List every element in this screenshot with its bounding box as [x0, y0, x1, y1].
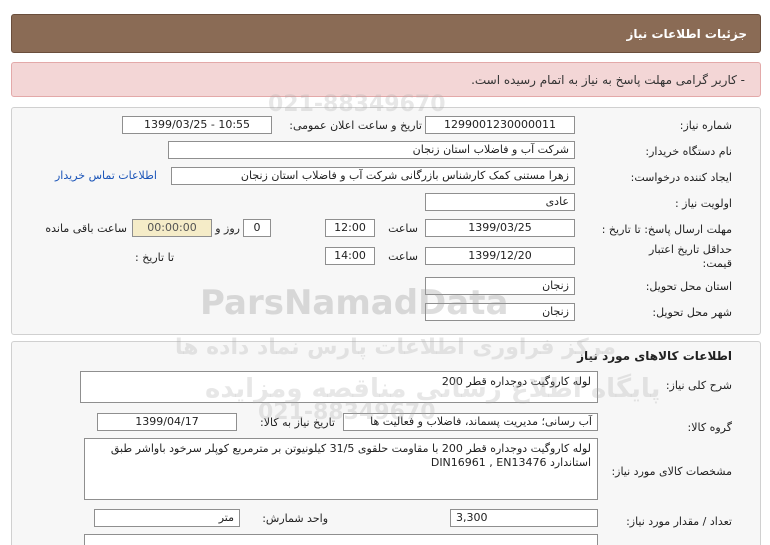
validity-until-label: تا تاریخ :	[135, 251, 174, 264]
days-label: روز و	[215, 222, 240, 235]
validity-date-field: 1399/12/20	[425, 247, 575, 265]
province-label: استان محل تحویل:	[645, 280, 732, 293]
need-date-label: تاریخ نیاز به کالا:	[260, 416, 335, 429]
need-date-field: 1399/04/17	[97, 413, 237, 431]
validity-time-label: ساعت	[388, 250, 418, 263]
creator-field: زهرا مستنی کمک کارشناس بازرگانی شرکت آب …	[171, 167, 575, 185]
summary-field: لوله کاروگیت دوجداره قطر 200	[80, 371, 598, 403]
spec-label: مشخصات کالای مورد نیاز:	[611, 465, 732, 478]
extra-notes-field	[84, 534, 598, 545]
city-field: زنجان	[425, 303, 575, 321]
deadline-time-field: 12:00	[325, 219, 375, 237]
buyer-field: شرکت آب و فاضلاب استان زنجان	[168, 141, 575, 159]
days-remaining-field: 0	[243, 219, 271, 237]
alert-message: - کاربر گرامی مهلت پاسخ به نیاز به اتمام…	[471, 72, 745, 87]
need-number-field: 1299001230000011	[425, 116, 575, 134]
unit-field: متر	[94, 509, 240, 527]
province-field: زنجان	[425, 277, 575, 295]
announce-field: 1399/03/25 - 10:55	[122, 116, 272, 134]
buyer-contact-link[interactable]: اطلاعات تماس خریدار	[55, 169, 157, 182]
city-label: شهر محل تحویل:	[652, 306, 732, 319]
creator-label: ایجاد کننده درخواست:	[630, 171, 732, 184]
validity-time-field: 14:00	[325, 247, 375, 265]
group-label: گروه کالا:	[687, 421, 732, 434]
summary-label: شرح کلی نیاز:	[665, 379, 732, 392]
qty-field: 3,300	[450, 509, 598, 527]
page-header: جزئیات اطلاعات نیاز	[11, 14, 761, 53]
spec-field: لوله کاروگیت دوجداره قطر 200 با مقاومت ح…	[84, 438, 598, 500]
deadline-date-field: 1399/03/25	[425, 219, 575, 237]
time-remaining-label: ساعت باقی مانده	[45, 222, 127, 235]
unit-label: واحد شمارش:	[262, 512, 328, 525]
group-field: آب رسانی؛ مدیریت پسماند، فاضلاب و فعالیت…	[343, 413, 598, 431]
priority-field: عادی	[425, 193, 575, 211]
validity-label-1: حداقل تاریخ اعتبار	[648, 243, 732, 256]
buyer-label: نام دستگاه خریدار:	[645, 145, 732, 158]
goods-section-title: اطلاعات کالاهای مورد نیاز	[577, 349, 732, 363]
deadline-alert: - کاربر گرامی مهلت پاسخ به نیاز به اتمام…	[11, 62, 761, 97]
need-number-label: شماره نیاز:	[679, 119, 732, 132]
validity-label-2: قیمت:	[702, 257, 732, 270]
deadline-time-label: ساعت	[388, 222, 418, 235]
time-remaining-field: 00:00:00	[132, 219, 212, 237]
announce-label: تاریخ و ساعت اعلان عمومی:	[289, 119, 422, 132]
qty-label: تعداد / مقدار مورد نیاز:	[626, 515, 732, 528]
page-title: جزئیات اطلاعات نیاز	[626, 26, 747, 41]
priority-label: اولویت نیاز :	[674, 197, 732, 210]
deadline-label: مهلت ارسال پاسخ: تا تاریخ :	[601, 223, 732, 236]
